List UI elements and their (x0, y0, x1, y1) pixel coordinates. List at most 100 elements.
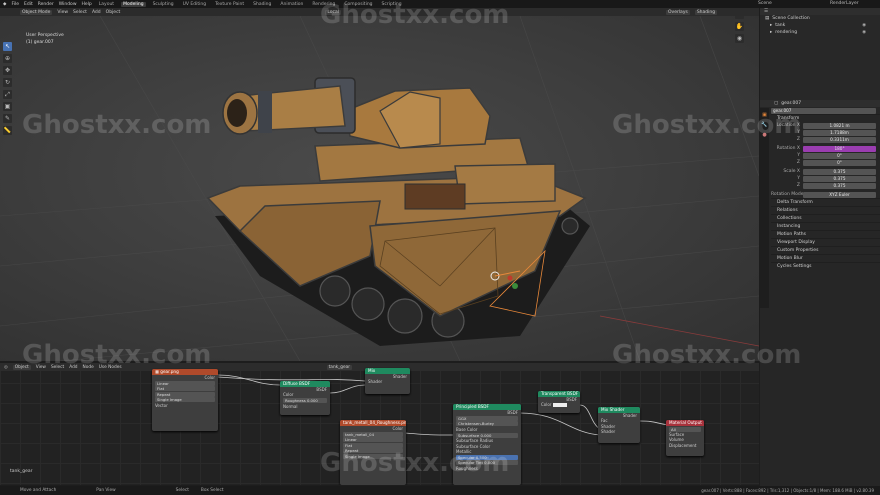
projection-dropdown[interactable]: Flat (155, 386, 215, 392)
node-material-output[interactable]: Material Output All Surface Volume Displ… (666, 420, 704, 456)
outliner-filter-icon[interactable]: ☰ (764, 9, 768, 14)
interpolation-dropdown[interactable]: Linear (155, 380, 215, 386)
annotate-tool-icon[interactable]: ✎ (3, 114, 12, 123)
expand-arrow-icon[interactable]: ▸ (770, 30, 772, 35)
subsurface-method-dropdown[interactable]: Christensen-Burley (456, 421, 518, 427)
section-cycles-settings[interactable]: Cycles Settings (771, 262, 880, 270)
rotation-z-field[interactable]: 0° (803, 159, 876, 166)
status-box-select: Box Select (200, 488, 224, 493)
socket-shader-in: Shader (368, 379, 383, 385)
visibility-eye-icon[interactable]: ◉ (862, 23, 866, 28)
menu-help[interactable]: Help (82, 2, 92, 7)
status-move-attach: Move and Attach (20, 488, 57, 493)
properties-object-name: gear.007 (781, 101, 802, 106)
tab-layout[interactable]: Layout (97, 2, 116, 7)
section-relations[interactable]: Relations (771, 206, 880, 214)
viewport-menu-add[interactable]: Add (92, 10, 101, 15)
rotation-label: Rotation X (776, 146, 800, 151)
source-dropdown[interactable]: Single Image (155, 397, 215, 403)
view-layer-selector[interactable]: RenderLayer (830, 1, 859, 6)
section-delta-transform[interactable]: Delta Transform (771, 198, 880, 206)
image-selector[interactable]: tank_metall_04 (343, 431, 403, 437)
viewport-menu-object[interactable]: Object (106, 10, 121, 15)
node-image-texture-1[interactable]: ▦ gear.png Color Linear Flat Repeat Sing… (152, 369, 218, 431)
scale-tool-icon[interactable]: ⤢ (3, 90, 12, 99)
watermark-text: Ghostxx.com (320, 448, 510, 478)
status-pan-view: Pan View (96, 488, 116, 493)
tab-animation[interactable]: Animation (278, 2, 305, 7)
socket-base-color: Base Color (456, 426, 478, 432)
zoom-icon[interactable]: ⌕ (735, 16, 744, 19)
tab-texture-paint[interactable]: Texture Paint (213, 2, 246, 7)
rotation-mode-dropdown[interactable]: XYZ Euler (803, 191, 876, 198)
outliner-item-tank[interactable]: tank (775, 23, 785, 28)
pan-hand-icon[interactable]: ✋ (735, 22, 744, 31)
cursor-tool-icon[interactable]: ⊕ (3, 54, 12, 63)
overlays-dropdown[interactable]: Overlays (665, 9, 690, 15)
rotation-y-field[interactable]: 0° (803, 152, 876, 159)
tab-uv-editing[interactable]: UV Editing (181, 2, 208, 7)
section-motion-blur[interactable]: Motion Blur (771, 254, 880, 262)
target-dropdown[interactable]: All (669, 426, 701, 432)
rotation-x-field[interactable]: 180° (803, 145, 876, 152)
scale-z-field[interactable]: 0.375 (803, 182, 876, 189)
tab-sculpting[interactable]: Sculpting (151, 2, 176, 7)
color-row: Color (538, 402, 580, 408)
blender-logo-icon[interactable]: ◆ (3, 2, 6, 7)
collection-icon: ▤ (765, 16, 770, 21)
move-tool-icon[interactable]: ✥ (3, 66, 12, 75)
watermark-text: Ghostxx.com (22, 110, 212, 140)
location-x-field[interactable]: 1.0821 m (803, 122, 876, 129)
interpolation-dropdown[interactable]: Linear (343, 437, 403, 443)
object-info-label: (1) gear.007 (26, 40, 54, 45)
socket-normal: Normal (283, 403, 298, 409)
tab-shading[interactable]: Shading (251, 2, 273, 7)
scale-y-field[interactable]: 0.375 (803, 175, 876, 182)
status-bar: Move and Attach Pan View Select Box Sele… (0, 486, 880, 495)
scene-selector[interactable]: Scene (758, 1, 772, 6)
socket-displacement: Displacement (669, 442, 697, 448)
section-viewport-display[interactable]: Viewport Display (771, 238, 880, 246)
viewport-menu-view[interactable]: View (57, 10, 68, 15)
section-custom-properties[interactable]: Custom Properties (771, 246, 880, 254)
location-z-field[interactable]: 0.3311m (803, 136, 876, 143)
location-y-field[interactable]: 1.7188m (803, 129, 876, 136)
viewport-menu-select[interactable]: Select (73, 10, 87, 15)
3d-viewport[interactable]: User Perspective (1) gear.007 ↖ ⊕ ✥ ↻ ⤢ … (0, 16, 759, 361)
menu-render[interactable]: Render (38, 2, 54, 7)
section-instancing[interactable]: Instancing (771, 222, 880, 230)
camera-icon[interactable]: ◉ (735, 34, 744, 43)
scene-collection-label[interactable]: Scene Collection (772, 16, 809, 21)
view-name-label: User Perspective (26, 33, 64, 38)
section-collections[interactable]: Collections (771, 214, 880, 222)
extension-dropdown[interactable]: Repeat (155, 391, 215, 397)
node-diffuse-bsdf[interactable]: Diffuse BSDF BSDF Color Roughness 0.000 … (280, 381, 330, 415)
distribution-dropdown[interactable]: GGX (456, 415, 518, 421)
node-mix-1[interactable]: Mix Shader Shader (365, 368, 410, 394)
section-motion-paths[interactable]: Motion Paths (771, 230, 880, 238)
menu-file[interactable]: File (11, 2, 19, 7)
tab-modeling[interactable]: Modeling (121, 1, 146, 7)
scale-label: Scale X (783, 169, 800, 174)
rotate-tool-icon[interactable]: ↻ (3, 78, 12, 87)
shading-dropdown[interactable]: Shading (694, 9, 718, 15)
roughness-field[interactable]: Roughness 0.000 (283, 398, 327, 404)
object-mode-dropdown[interactable]: Object Mode (20, 9, 53, 15)
visibility-eye-icon[interactable]: ◉ (862, 30, 866, 35)
outliner-panel: ☰ ▤ Scene Collection ▸ tank ◉ ▸ renderin… (760, 8, 880, 100)
select-tool-icon[interactable]: ↖ (3, 42, 12, 51)
measure-tool-icon[interactable]: 📏 (3, 126, 12, 135)
socket-bsdf: BSDF (507, 410, 518, 415)
node-transparent-bsdf[interactable]: Transparent BSDF BSDF Color (538, 391, 580, 413)
scale-x-field[interactable]: 0.375 (803, 168, 876, 175)
node-mix-shader[interactable]: Mix Shader Shader Fac Shader Shader (598, 407, 640, 443)
side-box (454, 163, 556, 205)
subsurface-field[interactable]: Subsurface 0.000 (456, 432, 518, 438)
menu-edit[interactable]: Edit (24, 2, 33, 7)
outliner-item-rendering[interactable]: rendering (775, 30, 797, 35)
socket-color: Color (204, 375, 215, 380)
menu-window[interactable]: Window (59, 2, 77, 7)
transform-tool-icon[interactable]: ▣ (3, 102, 12, 111)
color-swatch[interactable] (552, 403, 567, 408)
expand-arrow-icon[interactable]: ▸ (770, 23, 772, 28)
